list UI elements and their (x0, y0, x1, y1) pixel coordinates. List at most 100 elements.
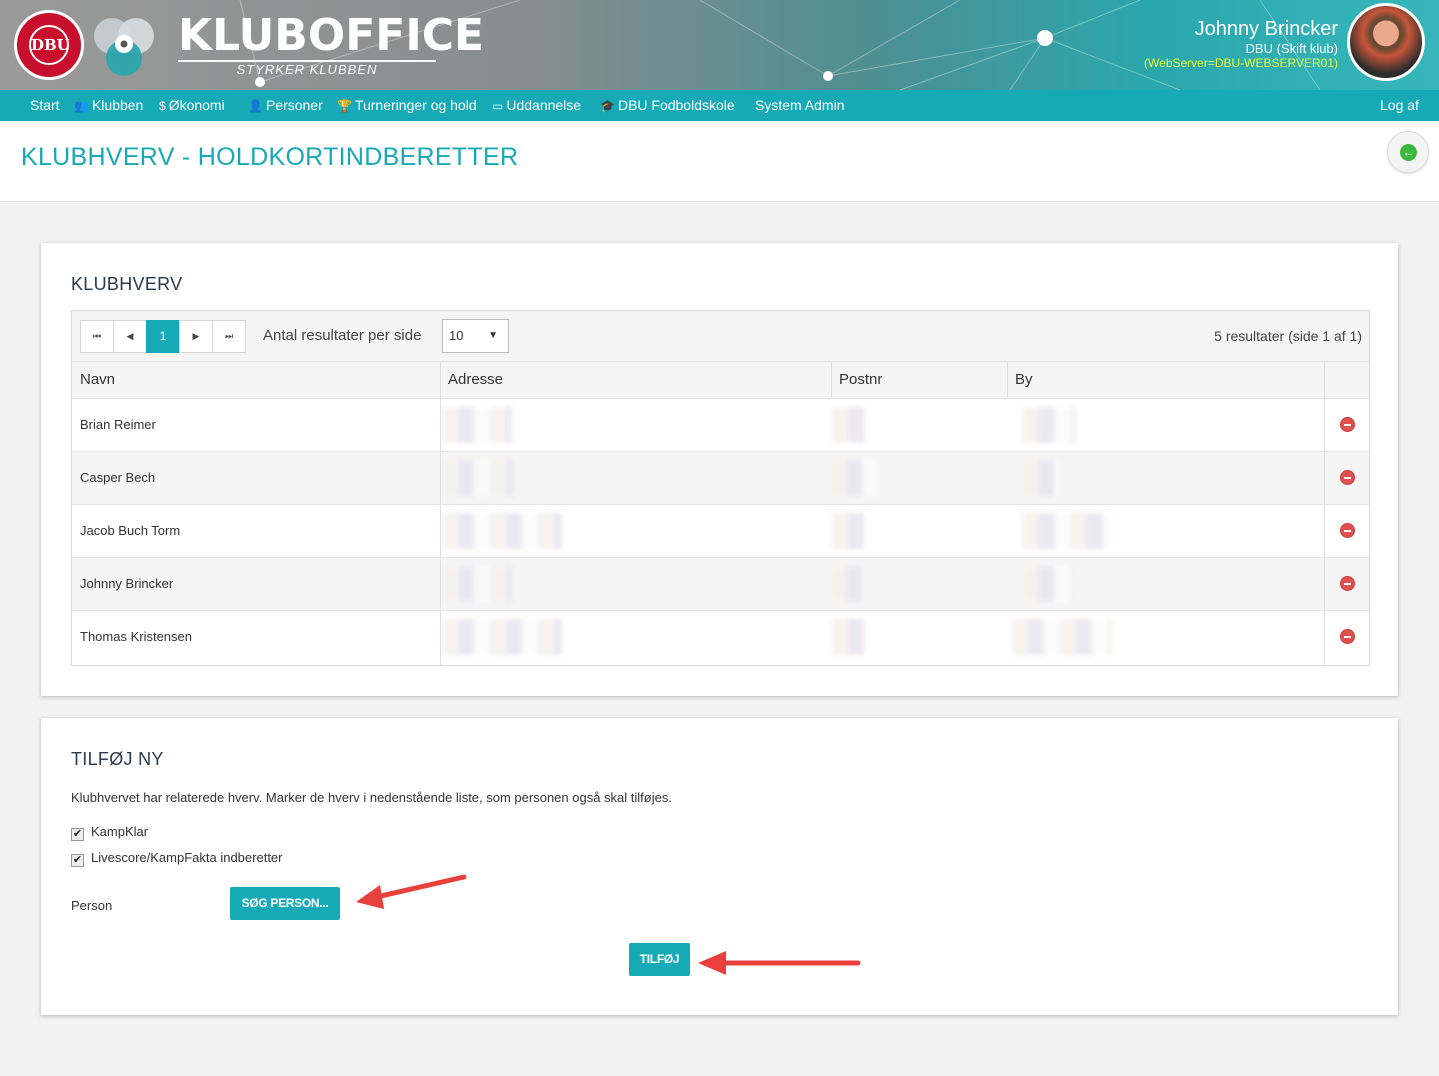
section-title: KLUBHVERV (71, 274, 183, 294)
server-info: (WebServer=DBU-WEBSERVER01) (1144, 56, 1338, 70)
per-page-label: Antal resultater per side (263, 327, 422, 344)
nav-item-label: Turneringer og hold (354, 97, 477, 113)
search-person-button[interactable]: SØG PERSON... (230, 887, 340, 920)
first-page-button[interactable]: ⏮ (80, 320, 114, 353)
brand: KLUBOFFICE STYRKER KLUBBEN (178, 14, 484, 77)
nav-item-label: Uddannelse (506, 97, 582, 113)
person-name[interactable]: Johnny Brincker (80, 576, 173, 591)
nav-item-fodboldskole[interactable]: 🎓 DBU Fodboldskole (600, 90, 735, 121)
prev-page-button[interactable]: ◀ (113, 320, 147, 353)
nav-item-start[interactable]: Start (30, 90, 60, 121)
checkbox-row-livescore: ✔ Livescore/KampFakta indberetter (71, 850, 282, 867)
people-icon: 👥 (74, 99, 89, 113)
section-title: TILFØJ NY (71, 749, 164, 769)
nav-item-personer[interactable]: 👤 Personer (248, 90, 323, 121)
delete-icon[interactable] (1340, 629, 1355, 644)
column-divider (1007, 362, 1008, 399)
redacted-postnr (830, 460, 882, 496)
redacted-city (1022, 460, 1058, 496)
nav-item-label: DBU Fodboldskole (617, 97, 735, 113)
person-name[interactable]: Jacob Buch Torm (80, 523, 180, 538)
presentation-icon: ▭ (492, 99, 504, 113)
column-header-postnr[interactable]: Postnr (831, 362, 882, 399)
column-header-navn[interactable]: Navn (72, 362, 115, 399)
page-1-button[interactable]: 1 (146, 320, 180, 353)
nav-item-turneringer[interactable]: 🏆 Turneringer og hold (337, 90, 477, 121)
chevron-down-icon: ▼ (488, 330, 498, 341)
delete-icon[interactable] (1340, 523, 1355, 538)
nav-item-label: System Admin (755, 97, 845, 113)
person-label: Person (71, 898, 113, 913)
back-arrow-icon: ← (1400, 144, 1417, 161)
main-nav: Start 👥 Klubben $ Økonomi 👤 Personer 🏆 Turne… (0, 90, 1439, 121)
column-divider (831, 362, 832, 399)
annotation-arrow-icon (356, 874, 467, 909)
user-info: Johnny Brincker DBU (Skift klub) (WebSer… (1144, 18, 1338, 70)
graduation-cap-icon: 🎓 (600, 99, 615, 113)
delete-icon[interactable] (1340, 470, 1355, 485)
person-name[interactable]: Casper Bech (80, 470, 155, 485)
livescore-checkbox[interactable]: ✔ (71, 854, 84, 867)
table-row: Brian Reimer (72, 399, 1369, 452)
brand-tagline: STYRKER KLUBBEN (178, 60, 436, 77)
add-new-description: Klubhvervet har relaterede hverv. Marker… (71, 790, 672, 805)
nav-item-label: Økonomi (168, 97, 225, 113)
person-name[interactable]: Brian Reimer (80, 417, 156, 432)
table-header: Navn Adresse Postnr By (72, 362, 1369, 399)
back-button[interactable]: ← (1387, 131, 1429, 173)
nav-item-label: Klubben (91, 97, 144, 113)
redacted-address (442, 513, 562, 549)
nav-item-okonomi[interactable]: $ Økonomi (159, 90, 225, 121)
table-row: Jacob Buch Torm (72, 505, 1369, 558)
pager: ⏮ ◀ 1 ▶ ⏭ Antal resultater per side 10 ▼… (72, 311, 1369, 362)
page-title: KLUBHVERV - HOLDKORTINDBERETTER (21, 143, 519, 171)
logout-link[interactable]: Log af (1380, 90, 1419, 121)
nav-item-system-admin[interactable]: System Admin (755, 90, 844, 121)
dbu-logo-text: DBU (29, 25, 70, 65)
redacted-city (1022, 407, 1077, 443)
redacted-city (1022, 513, 1112, 549)
redacted-city (1012, 619, 1112, 655)
person-icon: 👤 (248, 99, 263, 113)
column-header-by[interactable]: By (1007, 362, 1033, 399)
trophy-icon: 🏆 (337, 99, 352, 113)
dbu-logo: DBU (14, 10, 84, 80)
next-page-button[interactable]: ▶ (179, 320, 213, 353)
klubhverv-panel: KLUBHVERV ⏮ ◀ 1 ▶ ⏭ Antal resultater per… (41, 243, 1398, 696)
last-page-button[interactable]: ⏭ (212, 320, 246, 353)
nav-item-label: Start (30, 97, 60, 113)
user-name[interactable]: Johnny Brincker (1144, 18, 1338, 41)
football-logo-icon (94, 18, 154, 76)
switch-club-link[interactable]: DBU (Skift klub) (1144, 41, 1338, 56)
results-count: 5 resultater (side 1 af 1) (1214, 328, 1362, 344)
nav-item-klubben[interactable]: 👥 Klubben (74, 90, 143, 121)
avatar[interactable] (1347, 3, 1425, 81)
redacted-postnr (832, 407, 867, 443)
redacted-postnr (830, 566, 864, 602)
redacted-city (1022, 566, 1076, 602)
redacted-address (442, 407, 512, 443)
checkbox-row-kampklar: ✔ KampKlar (71, 824, 148, 841)
checkbox-label: Livescore/KampFakta indberetter (91, 850, 283, 865)
table-row: Casper Bech (72, 452, 1369, 505)
per-page-value: 10 (449, 328, 464, 343)
column-divider (440, 362, 441, 665)
redacted-address (442, 619, 562, 655)
delete-icon[interactable] (1340, 417, 1355, 432)
add-button[interactable]: TILFØJ (629, 943, 690, 976)
redacted-address (442, 460, 514, 496)
per-page-select[interactable]: 10 ▼ (442, 319, 509, 353)
redacted-postnr (832, 619, 866, 655)
nav-item-uddannelse[interactable]: ▭ Uddannelse (492, 90, 581, 121)
person-name[interactable]: Thomas Kristensen (80, 629, 192, 644)
redacted-address (442, 566, 512, 602)
delete-icon[interactable] (1340, 576, 1355, 591)
nav-item-label: Personer (265, 97, 323, 113)
money-icon: $ (159, 99, 166, 113)
table-row: Thomas Kristensen (72, 611, 1369, 664)
column-header-adresse[interactable]: Adresse (440, 362, 503, 399)
table-row: Johnny Brincker (72, 558, 1369, 611)
redacted-postnr (832, 513, 864, 549)
kampklar-checkbox[interactable]: ✔ (71, 828, 84, 841)
checkbox-label: KampKlar (91, 824, 149, 839)
